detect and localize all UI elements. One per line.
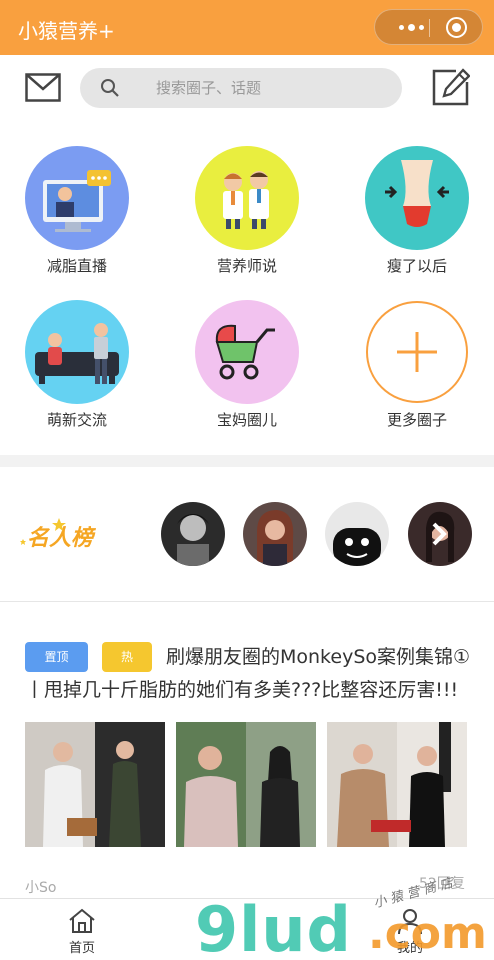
category-nutritionist-says[interactable]: 营养师说 — [177, 146, 317, 276]
tab-label: 首页 — [68, 941, 95, 956]
home-icon — [69, 908, 95, 933]
celebrity-avatar[interactable] — [243, 502, 307, 566]
stroller-icon — [195, 300, 299, 404]
waist-slim-icon — [365, 146, 469, 250]
category-label: 瘦了以后 — [386, 257, 447, 275]
capsule-divider — [429, 19, 430, 37]
edit-icon[interactable] — [432, 68, 470, 106]
category-newbie-chat[interactable]: 萌新交流 — [7, 300, 147, 430]
post-author[interactable]: 小So — [25, 877, 56, 897]
category-after-slimming[interactable]: 瘦了以后 — [347, 146, 487, 276]
celebrity-avatar[interactable] — [161, 502, 225, 566]
section-divider-line — [0, 601, 494, 602]
celebrity-avatar[interactable] — [325, 502, 389, 566]
search-input[interactable]: 搜索圈子、话题 — [80, 68, 402, 108]
live-stream-icon — [25, 146, 129, 250]
close-icon[interactable] — [446, 17, 467, 38]
sofa-chat-icon — [25, 300, 129, 404]
title-bar: 小猿营养+ — [0, 0, 494, 55]
post-title[interactable]: 刷爆朋友圈的MonkeySo案例集锦①丨甩掉几十斤脂肪的她们有多美???比整容还… — [25, 641, 477, 707]
plus-icon — [365, 300, 469, 404]
app-title: 小猿营养+ — [18, 19, 115, 43]
post-image[interactable] — [25, 722, 165, 847]
category-label: 营养师说 — [216, 257, 277, 275]
tab-home[interactable]: 首页 — [42, 899, 122, 960]
mail-icon[interactable] — [25, 73, 61, 103]
mini-program-capsule — [374, 9, 483, 45]
fame-list-badge[interactable]: 名人榜 — [15, 512, 107, 558]
category-label: 更多圈子 — [386, 411, 447, 429]
celebrity-avatar[interactable] — [408, 502, 472, 566]
category-fat-loss-live[interactable]: 减脂直播 — [7, 146, 147, 276]
search-icon — [101, 79, 119, 97]
more-icon[interactable] — [393, 10, 429, 44]
category-label: 减脂直播 — [46, 257, 107, 275]
post-image[interactable] — [176, 722, 316, 847]
chevron-right-icon — [432, 522, 447, 546]
nutritionists-icon — [195, 146, 299, 250]
watermark-suffix: .com — [368, 908, 487, 959]
search-placeholder: 搜索圈子、话题 — [156, 79, 262, 97]
category-more-circles[interactable]: 更多圈子 — [347, 300, 487, 430]
category-label: 宝妈圈儿 — [216, 411, 277, 429]
section-divider — [0, 455, 494, 467]
category-moms-circle[interactable]: 宝妈圈儿 — [177, 300, 317, 430]
post-image[interactable] — [327, 722, 467, 847]
watermark: 9lud — [195, 893, 352, 960]
category-label: 萌新交流 — [46, 411, 107, 429]
